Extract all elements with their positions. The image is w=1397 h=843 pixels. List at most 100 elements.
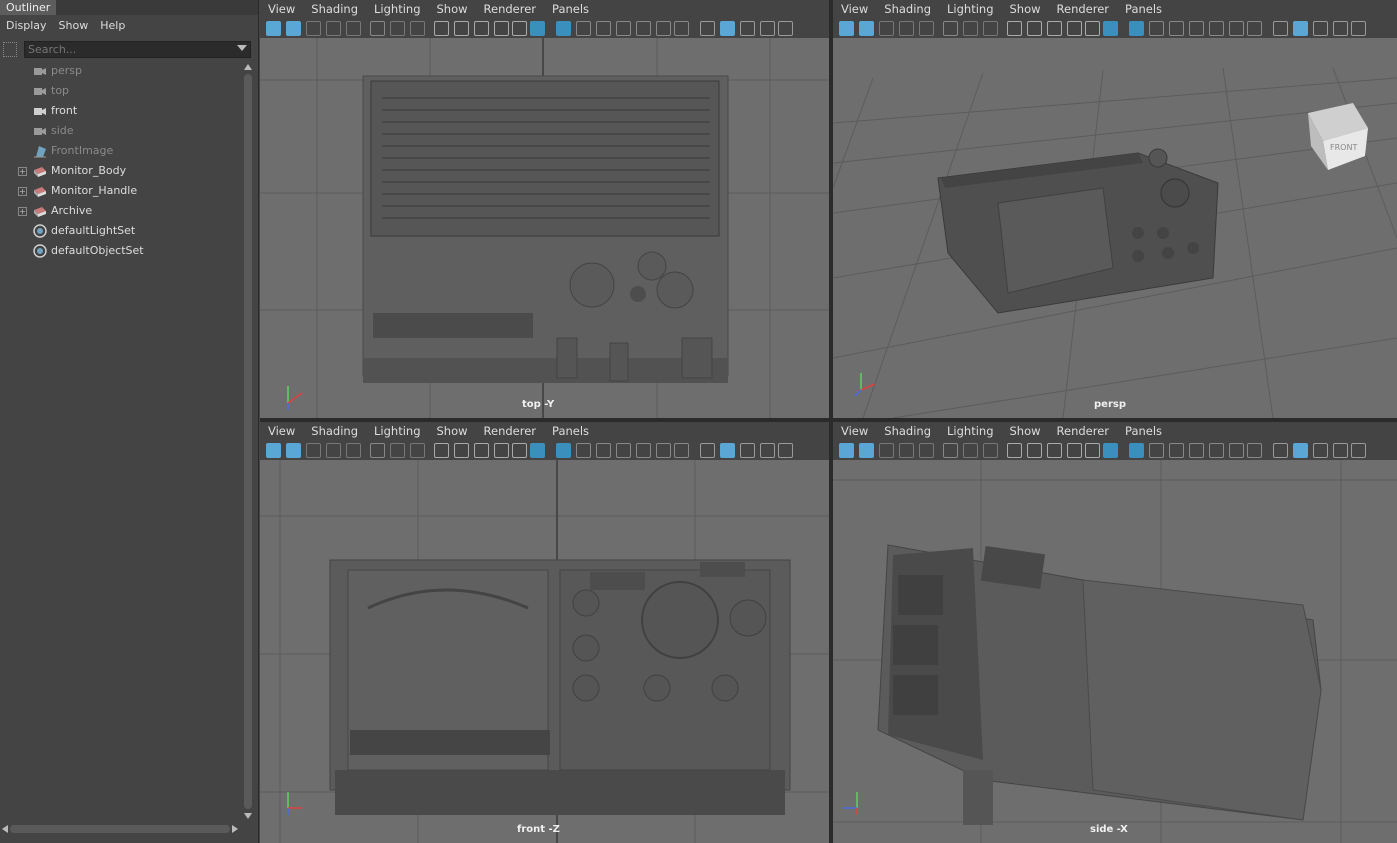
menu-shading[interactable]: Shading — [303, 0, 366, 18]
menu-lighting[interactable]: Lighting — [366, 0, 428, 18]
checker-icon[interactable] — [1351, 443, 1366, 458]
scroll-left-icon[interactable] — [2, 825, 8, 833]
select-camera-icon[interactable] — [266, 21, 281, 36]
checker-icon[interactable] — [778, 21, 793, 36]
menu-view[interactable]: View — [260, 0, 303, 18]
safe-title-icon[interactable] — [1047, 21, 1062, 36]
menu-lighting[interactable]: Lighting — [939, 0, 1001, 18]
safe-action-icon[interactable] — [1027, 443, 1042, 458]
scrollbar-thumb[interactable] — [10, 825, 230, 833]
menu-renderer[interactable]: Renderer — [1049, 0, 1118, 18]
dot-icon[interactable] — [1189, 443, 1204, 458]
text-icon[interactable] — [674, 443, 689, 458]
pen-icon[interactable] — [530, 443, 545, 458]
wireframe-grid-icon[interactable] — [556, 443, 571, 458]
outliner-item-monitor-handle[interactable]: + Monitor_Handle — [0, 181, 240, 201]
scroll-down-icon[interactable] — [244, 813, 252, 819]
image-plane-icon[interactable] — [346, 443, 361, 458]
camera-icon[interactable] — [1007, 443, 1022, 458]
shaded-cube-icon[interactable] — [720, 21, 735, 36]
bookmark-flag-icon[interactable] — [494, 443, 509, 458]
horizontal-scrollbar[interactable] — [2, 824, 240, 834]
scroll-right-icon[interactable] — [232, 825, 238, 833]
menu-renderer[interactable]: Renderer — [476, 422, 545, 440]
viewport-canvas[interactable] — [833, 460, 1397, 843]
dot-icon[interactable] — [616, 443, 631, 458]
wireframe-cube-icon[interactable] — [700, 21, 715, 36]
menu-view[interactable]: View — [260, 422, 303, 440]
menu-help[interactable]: Help — [94, 16, 131, 36]
text-icon[interactable] — [1247, 21, 1262, 36]
circle-icon[interactable] — [1169, 21, 1184, 36]
dot-icon[interactable] — [1189, 21, 1204, 36]
circle-icon[interactable] — [1169, 443, 1184, 458]
viewport-canvas[interactable]: FRONT — [833, 38, 1397, 418]
shaded-cube-icon[interactable] — [1293, 443, 1308, 458]
camera-attributes-icon[interactable] — [306, 443, 321, 458]
menu-lighting[interactable]: Lighting — [366, 422, 428, 440]
camera-attributes-icon[interactable] — [879, 21, 894, 36]
film-gate-icon[interactable] — [390, 21, 405, 36]
x-ray-icon[interactable] — [636, 443, 651, 458]
bookmark-flag-icon[interactable] — [494, 21, 509, 36]
filter-icon[interactable] — [3, 42, 17, 57]
textured-cube-icon[interactable] — [760, 21, 775, 36]
film-gate-icon[interactable] — [390, 443, 405, 458]
camera-icon[interactable] — [1007, 21, 1022, 36]
outliner-tab[interactable]: Outliner — [0, 0, 57, 15]
image-plane-icon[interactable] — [919, 21, 934, 36]
checker-icon[interactable] — [1351, 21, 1366, 36]
menu-shading[interactable]: Shading — [303, 422, 366, 440]
field-chart-icon[interactable] — [1085, 21, 1100, 36]
menu-panels[interactable]: Panels — [544, 0, 597, 18]
film-gate-icon[interactable] — [963, 443, 978, 458]
field-chart-icon[interactable] — [512, 21, 527, 36]
textured-cube-icon[interactable] — [760, 443, 775, 458]
select-camera-icon[interactable] — [839, 21, 854, 36]
menu-show[interactable]: Show — [1002, 422, 1049, 440]
menu-lighting[interactable]: Lighting — [939, 422, 1001, 440]
select-camera-icon[interactable] — [839, 443, 854, 458]
resolution-gate-icon[interactable] — [410, 443, 425, 458]
lighting-icon[interactable] — [740, 443, 755, 458]
menu-shading[interactable]: Shading — [876, 422, 939, 440]
safe-action-icon[interactable] — [1027, 21, 1042, 36]
textured-cube-icon[interactable] — [1333, 443, 1348, 458]
resolution-gate-icon[interactable] — [983, 443, 998, 458]
resolution-gate-icon[interactable] — [983, 21, 998, 36]
bookmark-icon[interactable] — [326, 443, 341, 458]
outliner-item-frontimage[interactable]: FrontImage — [0, 141, 240, 161]
lighting-icon[interactable] — [1313, 443, 1328, 458]
outliner-item-front[interactable]: front — [0, 101, 240, 121]
outliner-item-defaultlightset[interactable]: defaultLightSet — [0, 221, 240, 241]
gate-mask-icon[interactable] — [1149, 443, 1164, 458]
outliner-item-monitor-body[interactable]: + Monitor_Body — [0, 161, 240, 181]
menu-show[interactable]: Show — [1002, 0, 1049, 18]
safe-action-icon[interactable] — [454, 443, 469, 458]
vertical-scrollbar[interactable] — [243, 62, 253, 822]
menu-renderer[interactable]: Renderer — [476, 0, 545, 18]
gate-mask-icon[interactable] — [576, 21, 591, 36]
circle-icon[interactable] — [596, 443, 611, 458]
resolution-gate-icon[interactable] — [410, 21, 425, 36]
menu-renderer[interactable]: Renderer — [1049, 422, 1118, 440]
viewcube[interactable]: FRONT — [1308, 103, 1368, 170]
texture-icon[interactable] — [1229, 443, 1244, 458]
field-chart-icon[interactable] — [512, 443, 527, 458]
lighting-icon[interactable] — [1313, 21, 1328, 36]
expand-icon[interactable]: + — [18, 207, 27, 216]
outliner-item-archive[interactable]: + Archive — [0, 201, 240, 221]
viewport-canvas[interactable] — [260, 460, 829, 843]
text-icon[interactable] — [1247, 443, 1262, 458]
search-input[interactable] — [25, 42, 231, 57]
menu-panels[interactable]: Panels — [544, 422, 597, 440]
menu-shading[interactable]: Shading — [876, 0, 939, 18]
bookmark-flag-icon[interactable] — [1067, 21, 1082, 36]
image-plane-icon[interactable] — [919, 443, 934, 458]
gate-mask-icon[interactable] — [576, 443, 591, 458]
viewport-canvas[interactable] — [260, 38, 829, 418]
wireframe-grid-icon[interactable] — [1129, 21, 1144, 36]
texture-icon[interactable] — [1229, 21, 1244, 36]
bookmark-icon[interactable] — [326, 21, 341, 36]
menu-view[interactable]: View — [833, 0, 876, 18]
